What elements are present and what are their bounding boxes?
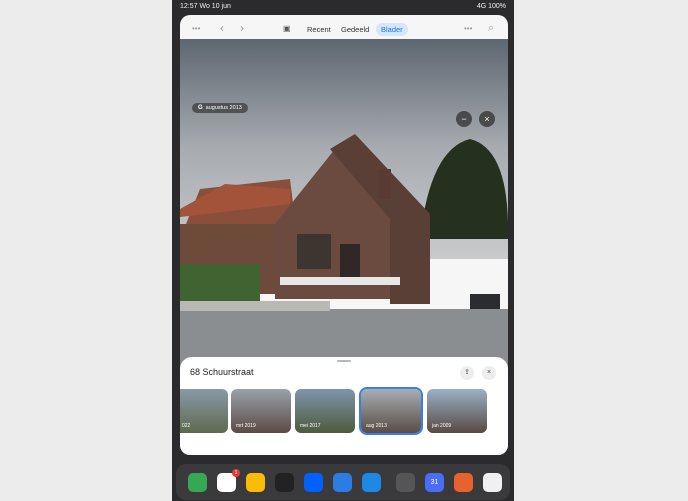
forward-icon[interactable]: › (240, 21, 244, 35)
more-right-icon[interactable]: ••• (464, 24, 472, 33)
more-icon[interactable]: ••• (192, 24, 200, 33)
thumb-2[interactable]: mei 2017 (295, 389, 355, 433)
search-icon[interactable]: ⌕ (488, 22, 494, 35)
maps-app-icon[interactable] (188, 473, 207, 492)
thumb-label-3: aug 2013 (366, 423, 387, 429)
close-photo-button[interactable]: × (479, 111, 495, 127)
close-panel-icon[interactable]: × (482, 366, 496, 380)
street-scene-image (180, 39, 508, 379)
calendar-app-icon[interactable]: 31 (425, 473, 444, 492)
thumb-label-4: jan 2009 (432, 423, 452, 429)
minimize-button[interactable]: − (456, 111, 472, 127)
camera-app-icon[interactable] (275, 473, 294, 492)
google-g-icon: G (198, 105, 203, 111)
thumb-3-selected[interactable]: aug 2013 (359, 387, 423, 435)
gmail-app-icon[interactable]: 1 (217, 469, 240, 492)
status-bar: 12:57 Wo 10 jun 4G 100% (172, 0, 514, 14)
thumb-label-0: 022 (182, 423, 191, 429)
date-pill-label: augustus 2013 (205, 105, 242, 111)
ipad-screen: 12:57 Wo 10 jun 4G 100% ••• ‹ › ▣ Recent… (172, 0, 514, 501)
streetview-photo[interactable]: G augustus 2013 − × (180, 39, 508, 379)
thumb-1[interactable]: mrt 2019 (231, 389, 291, 433)
dropbox-app-icon[interactable] (304, 473, 323, 492)
panel-drag-handle[interactable] (337, 360, 351, 362)
calendar-day: 31 (430, 479, 439, 486)
date-pill[interactable]: G augustus 2013 (192, 103, 248, 113)
address-title: 68 Schuurstraat (190, 367, 254, 377)
tab-blader[interactable]: Blader (376, 23, 408, 36)
misc-app-icon[interactable] (246, 473, 265, 492)
gmail-badge: 1 (232, 469, 240, 477)
speaker-app-icon[interactable] (396, 473, 415, 492)
thumb-label-1: mrt 2019 (236, 423, 256, 429)
thumb-0[interactable]: 022 (180, 389, 228, 433)
safari-app-icon[interactable] (333, 473, 352, 492)
status-signal: 4G 100% (476, 3, 506, 10)
dock: 1 31 (176, 464, 510, 500)
tab-recent[interactable]: Recent (302, 23, 336, 36)
thumb-4[interactable]: jan 2009 (427, 389, 487, 433)
games-app-icon[interactable] (483, 473, 502, 492)
back-icon[interactable]: ‹ (220, 21, 224, 35)
sidebar-toggle-icon[interactable]: ▣ (283, 24, 291, 33)
status-time: 12:57 Wo 10 jun (180, 3, 231, 10)
office-app-icon[interactable] (454, 473, 473, 492)
files-app-icon[interactable] (362, 473, 381, 492)
share-icon[interactable]: ⇪ (460, 366, 474, 380)
app-window: ••• ‹ › ▣ Recent Gedeeld Blader ••• ⌕ G … (180, 15, 508, 455)
tab-gedeeld[interactable]: Gedeeld (336, 23, 374, 36)
thumb-label-2: mei 2017 (300, 423, 321, 429)
timeline-thumbnails: 022 mrt 2019 mei 2017 aug 2013 jan 2009 (180, 387, 508, 437)
info-panel: 68 Schuurstraat ⇪ × 022 mrt 2019 mei 201… (180, 357, 508, 455)
